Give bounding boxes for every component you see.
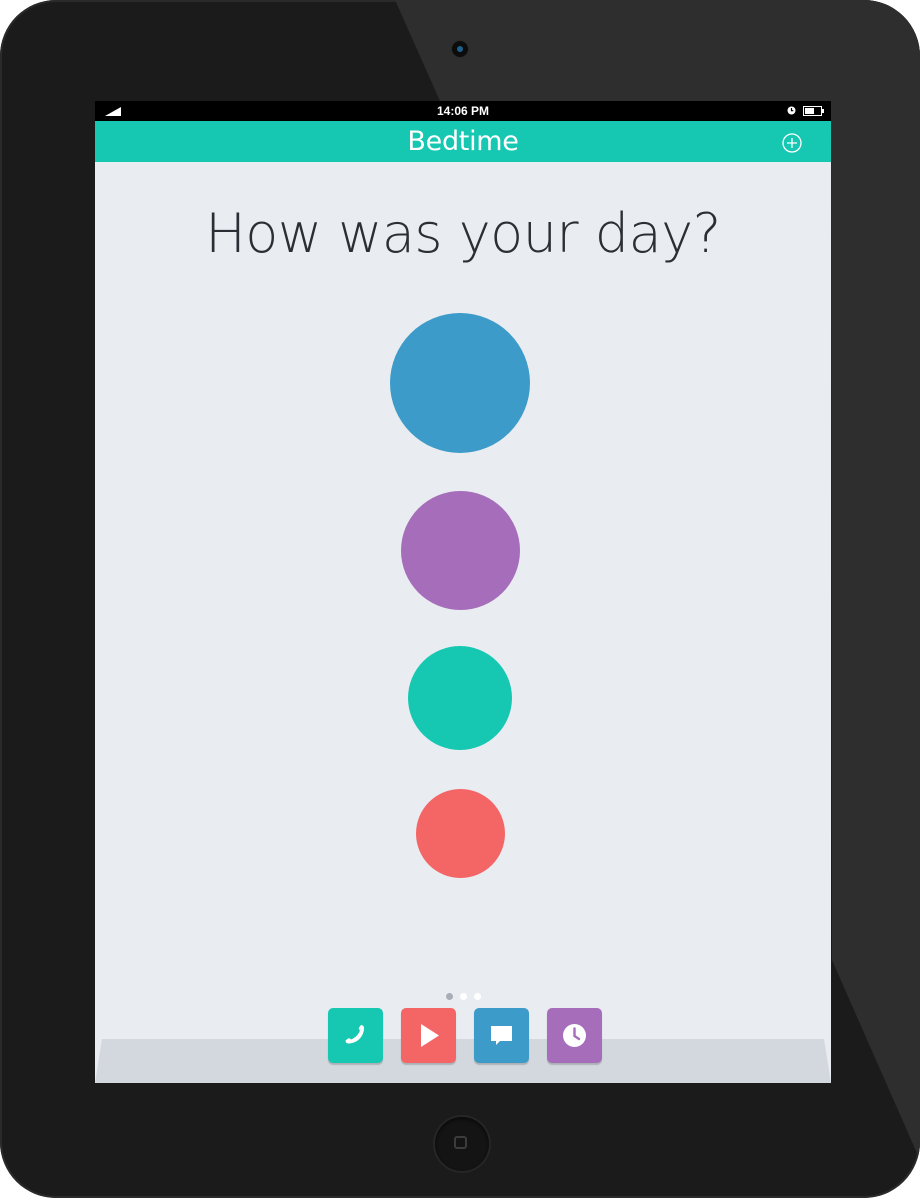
page-title: Bedtime — [407, 126, 519, 157]
page-dot-2[interactable] — [459, 993, 467, 1000]
messages-app-button[interactable] — [474, 1008, 529, 1063]
tablet-frame: 14:06 PM Bedtime How was your day? — [0, 0, 920, 1198]
screen: 14:06 PM Bedtime How was your day? — [95, 101, 831, 1083]
play-app-button[interactable] — [401, 1008, 456, 1063]
play-icon — [421, 1024, 439, 1047]
nav-bar: Bedtime — [95, 121, 831, 162]
clock-app-button[interactable] — [547, 1008, 602, 1063]
page-indicator — [95, 987, 831, 1000]
phone-app-button[interactable] — [328, 1008, 383, 1063]
clock-icon — [563, 1024, 586, 1047]
page-dot-3[interactable] — [473, 993, 481, 1000]
dock-shelf — [95, 1039, 831, 1083]
mood-coral-button[interactable] — [416, 789, 505, 878]
mood-purple-button[interactable] — [401, 491, 520, 610]
mood-blue-button[interactable] — [390, 313, 530, 453]
front-camera — [452, 41, 468, 57]
mood-teal-button[interactable] — [408, 646, 512, 750]
page-dot-1[interactable] — [445, 993, 453, 1000]
phone-icon — [345, 1025, 364, 1044]
home-button[interactable] — [435, 1117, 489, 1171]
alarm-icon — [787, 106, 796, 115]
home-square-icon — [454, 1136, 467, 1149]
plus-circle-icon[interactable] — [782, 133, 802, 153]
chat-bubble-icon — [491, 1026, 512, 1045]
battery-icon — [803, 106, 824, 116]
mood-question: How was your day? — [205, 202, 721, 265]
status-bar: 14:06 PM — [95, 101, 831, 121]
status-time: 14:06 PM — [436, 104, 490, 118]
